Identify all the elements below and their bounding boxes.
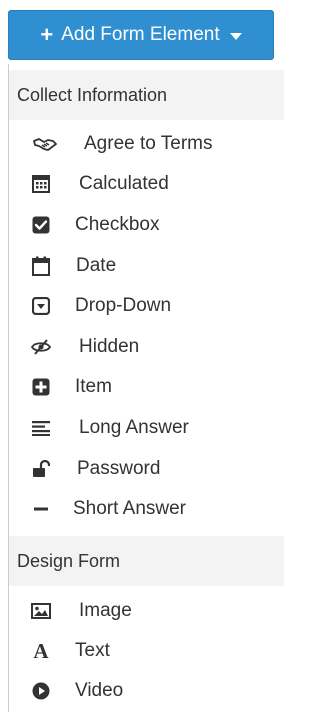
image-icon (29, 599, 53, 623)
menu-item-checkbox[interactable]: Checkbox (9, 206, 284, 244)
menu-item-video[interactable]: Video (9, 672, 284, 710)
unlock-icon (29, 457, 53, 481)
menu-item-hidden[interactable]: Hidden (9, 328, 284, 366)
menu-item-label: Text (75, 640, 110, 661)
dropdown-caret-icon (29, 294, 53, 318)
menu-item-date[interactable]: Date (9, 247, 284, 285)
form-element-dropdown-menu: Collect Information Agree to Terms Calcu… (8, 64, 284, 712)
menu-item-text[interactable]: A Text (9, 632, 284, 670)
menu-item-label: Video (75, 680, 124, 701)
menu-item-drop-down[interactable]: Drop-Down (9, 287, 284, 325)
calculator-icon (29, 172, 53, 196)
menu-item-label: Calculated (79, 173, 169, 194)
handshake-icon (33, 132, 57, 156)
align-lines-icon (29, 416, 53, 440)
form-builder-panel: + Add Form Element Collect Information A… (0, 0, 284, 712)
menu-item-calculated[interactable]: Calculated (9, 165, 284, 203)
menu-item-label: Hidden (79, 336, 140, 357)
calendar-icon (29, 254, 53, 278)
play-circle-icon (29, 679, 53, 703)
section-header-label: Collect Information (17, 84, 168, 105)
menu-item-label: Agree to Terms (84, 133, 213, 154)
font-icon: A (33, 638, 49, 663)
menu-item-item[interactable]: Item (9, 368, 284, 406)
section-header-collect-information: Collect Information (9, 70, 284, 120)
menu-item-image[interactable]: Image (9, 592, 284, 630)
menu-item-label: Long Answer (79, 417, 189, 438)
menu-item-short-answer[interactable]: Short Answer (9, 490, 284, 528)
menu-item-label: Short Answer (73, 498, 186, 519)
add-form-element-button[interactable]: + Add Form Element (8, 10, 274, 60)
plus-icon: + (40, 22, 54, 47)
menu-item-label: Checkbox (75, 214, 160, 235)
menu-item-label: Date (76, 255, 117, 276)
menu-item-long-answer[interactable]: Long Answer (9, 409, 284, 447)
add-form-element-label: Add Form Element (61, 24, 220, 45)
menu-item-label: Password (77, 458, 161, 479)
section-header-design-form: Design Form (9, 536, 284, 586)
section-header-label: Design Form (17, 550, 121, 571)
menu-item-label: Drop-Down (75, 295, 172, 316)
menu-item-label: Image (79, 600, 132, 621)
minus-icon (29, 497, 53, 521)
menu-item-password[interactable]: Password (9, 450, 284, 488)
checkbox-checked-icon (29, 213, 53, 237)
menu-item-agree-to-terms[interactable]: Agree to Terms (9, 125, 284, 163)
plus-square-icon (29, 375, 53, 399)
eye-slash-icon (29, 335, 53, 359)
menu-item-label: Item (75, 376, 112, 397)
caret-down-icon (229, 32, 242, 40)
